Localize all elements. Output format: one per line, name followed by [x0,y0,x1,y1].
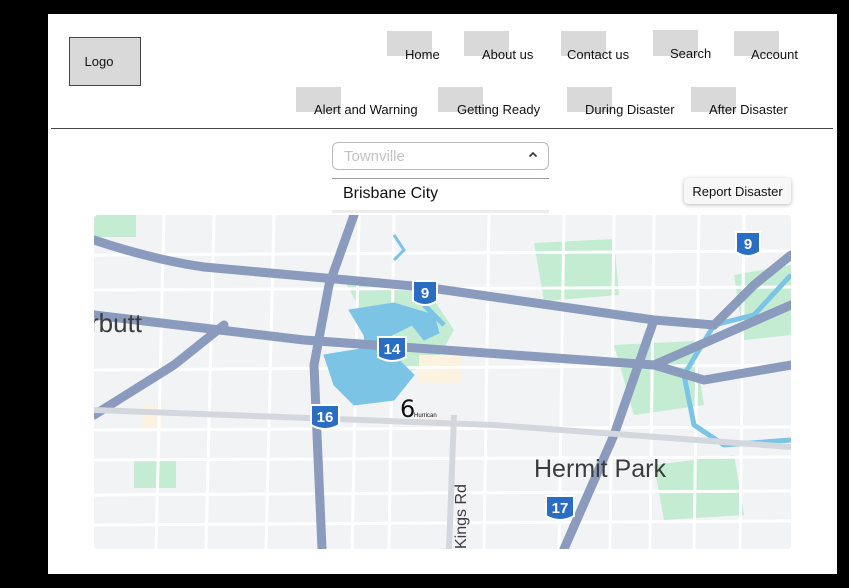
header-divider [51,128,833,129]
nav-account-label: Account [751,47,798,62]
highway-shield: 16 [310,404,340,430]
chevron-up-icon [528,151,538,158]
suburb-label: Hermit Park [534,455,666,483]
hurricane-label: Hurrican [414,413,437,419]
map-canvas: rbutt Hermit Park Kings Rd 9 9 14 16 17 … [94,215,791,549]
nav-about-us-label: About us [482,47,534,62]
suburb-label-left: rbutt [94,308,143,338]
nav-during-disaster-label: During Disaster [585,102,675,117]
nav-during-disaster[interactable]: During Disaster [567,87,683,117]
dropdown-shadow [332,210,549,213]
nav-getting-ready-label: Getting Ready [457,102,541,117]
location-dropdown: Brisbane City [332,178,549,213]
highway-shield: 14 [377,336,407,362]
hurricane-icon: 6 [400,395,415,423]
nav-getting-ready[interactable]: Getting Ready [438,87,550,117]
nav-after-disaster[interactable]: After Disaster [691,87,797,117]
location-select[interactable]: Townville [332,142,549,170]
highway-shield: 9 [412,280,438,306]
nav-home-label: Home [405,47,440,62]
nav-account[interactable]: Account [734,31,806,62]
nav-contact-us[interactable]: Contact us [561,31,653,62]
report-disaster-label: Report Disaster [692,183,783,199]
street-label: Kings Rd [453,484,470,549]
nav-alert-and-warning[interactable]: Alert and Warning [296,87,428,117]
highway-shield: 9 [735,231,761,257]
park [534,239,619,301]
park [654,455,744,520]
nav-home[interactable]: Home [387,31,463,62]
page-canvas: Logo Home About us Contact us Search Acc… [48,14,837,574]
nav-about-us[interactable]: About us [464,31,550,62]
svg-text:9: 9 [421,285,429,302]
nav-alert-and-warning-label: Alert and Warning [314,102,418,117]
nav-search-label: Search [670,46,712,61]
svg-text:16: 16 [317,409,334,426]
nav-contact-us-label: Contact us [567,47,630,62]
svg-text:14: 14 [384,341,401,358]
logo-label: Logo [84,54,114,69]
svg-text:9: 9 [744,236,752,253]
map-view[interactable]: rbutt Hermit Park Kings Rd 9 9 14 16 17 … [94,215,791,549]
logo[interactable]: Logo [69,37,141,86]
report-disaster-button[interactable]: Report Disaster [684,178,791,204]
nav-search[interactable]: Search [653,30,723,61]
park [134,460,176,488]
svg-text:17: 17 [552,500,569,517]
highway-shield: 17 [545,495,575,521]
park [94,215,136,237]
location-option[interactable]: Brisbane City [343,185,438,203]
nav-after-disaster-label: After Disaster [709,102,788,117]
location-select-value: Townville [344,148,405,165]
